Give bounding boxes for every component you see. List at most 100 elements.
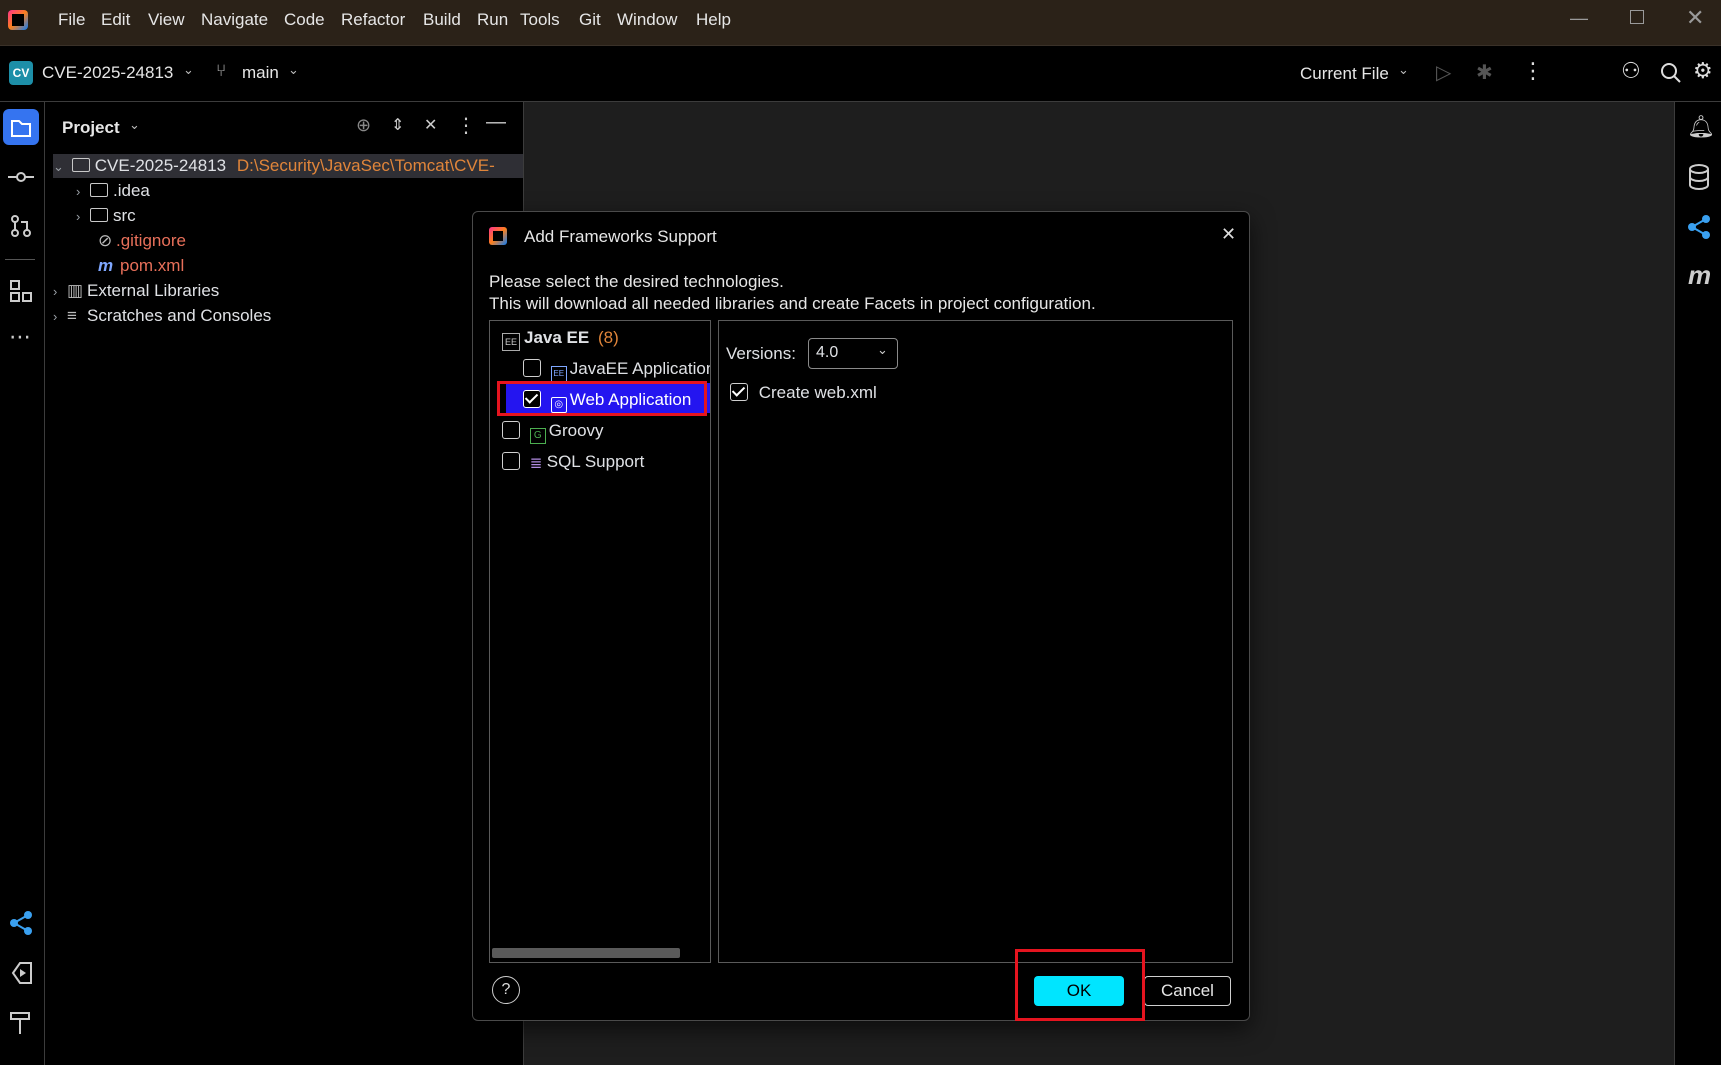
javaee-app-icon: EE [550, 366, 567, 382]
tree-group-javaee[interactable]: EE Java EE (8) [502, 328, 619, 351]
app-logo-icon [8, 10, 28, 30]
run-icon[interactable]: ▷ [1436, 60, 1451, 85]
root-name: CVE-2025-24813 [94, 156, 227, 175]
chevron-down-icon[interactable]: ⌄ [877, 342, 888, 358]
tree-item-label: Groovy [548, 421, 604, 440]
share-icon[interactable] [1686, 214, 1712, 240]
close-icon[interactable]: ✕ [1221, 224, 1236, 245]
menu-window[interactable]: Window [617, 10, 677, 30]
tree-item-label: Scratches and Consoles [87, 306, 272, 325]
structure-icon[interactable] [9, 279, 33, 303]
database-icon[interactable] [1688, 164, 1710, 190]
tree-row-external-libraries[interactable]: › ▥ External Libraries [53, 279, 219, 303]
tree-item-sql-support[interactable]: ≣ SQL Support [502, 452, 644, 472]
chevron-down-icon[interactable]: ⌄ [183, 62, 194, 78]
chevron-down-icon[interactable]: ⌄ [288, 62, 299, 78]
maven-icon: m [98, 256, 114, 275]
tree-row-pom[interactable]: m pom.xml [98, 254, 184, 278]
maximize-icon[interactable] [1630, 10, 1644, 24]
folder-icon [90, 208, 108, 222]
tree-item-groovy[interactable]: G Groovy [502, 421, 604, 444]
more-tools-icon[interactable]: ⋯ [9, 324, 31, 350]
tree-item-label: .gitignore [116, 231, 186, 250]
notifications-bell-icon[interactable]: 🔔︎ [1687, 114, 1715, 140]
highlight-box-web-application [497, 381, 707, 416]
create-webxml-label: Create web.xml [758, 383, 877, 402]
stripe-divider [5, 259, 35, 260]
create-webxml-option[interactable]: Create web.xml [730, 383, 877, 403]
menu-git[interactable]: Git [579, 10, 601, 30]
menu-view[interactable]: View [148, 10, 185, 30]
hide-panel-icon[interactable]: — [486, 111, 506, 134]
tree-item-label: .idea [113, 181, 150, 200]
minimize-icon[interactable]: — [1570, 8, 1588, 29]
menu-run[interactable]: Run [477, 10, 508, 30]
settings-gear-icon[interactable]: ⚙ [1693, 58, 1713, 84]
menu-edit[interactable]: Edit [101, 10, 130, 30]
cancel-button[interactable]: Cancel [1144, 976, 1231, 1006]
commit-icon[interactable] [8, 167, 34, 187]
project-selector[interactable]: CVE-2025-24813 [42, 63, 173, 83]
ignored-file-icon: ⊘ [98, 231, 113, 250]
close-window-icon[interactable]: ✕ [1686, 5, 1704, 31]
sql-support-checkbox[interactable] [502, 452, 520, 470]
library-icon: ▥ [67, 281, 84, 300]
root-path: D:\Security\JavaSec\Tomcat\CVE- [236, 156, 495, 175]
menu-build[interactable]: Build [423, 10, 461, 30]
menu-tools[interactable]: Tools [520, 10, 560, 30]
horizontal-scrollbar[interactable] [492, 948, 680, 958]
chevron-down-icon[interactable]: ⌄ [129, 117, 140, 133]
branch-selector[interactable]: main [242, 63, 279, 83]
versions-dropdown[interactable]: 4.0 ⌄ [808, 338, 898, 369]
create-webxml-checkbox[interactable] [730, 383, 748, 401]
menu-navigate[interactable]: Navigate [201, 10, 268, 30]
expand-all-icon[interactable]: ⇕ [391, 115, 404, 135]
project-panel-title[interactable]: Project [62, 118, 120, 138]
chevron-right-icon[interactable]: › [53, 305, 67, 329]
locate-file-icon[interactable]: ⊕ [356, 115, 371, 136]
highlight-box-ok [1015, 949, 1145, 1021]
group-count: (8) [597, 328, 619, 347]
instructions-line1: Please select the desired technologies. [489, 272, 784, 291]
chevron-right-icon[interactable]: › [76, 205, 90, 229]
groovy-checkbox[interactable] [502, 421, 520, 439]
services-share-icon[interactable] [8, 910, 34, 936]
menu-refactor[interactable]: Refactor [341, 10, 405, 30]
search-icon[interactable] [1660, 62, 1682, 84]
debug-icon[interactable]: ✱ [1476, 60, 1493, 85]
options-icon[interactable]: ⋮ [456, 113, 476, 138]
chevron-right-icon[interactable]: › [76, 180, 90, 204]
tree-row-gitignore[interactable]: ⊘ .gitignore [98, 229, 186, 253]
collapse-all-icon[interactable]: ✕ [424, 115, 437, 135]
frameworks-tree: EE Java EE (8) EE JavaEE Application ◎ Web … [489, 320, 711, 963]
menu-file[interactable]: File [58, 10, 85, 30]
tree-row-scratches[interactable]: › ≡ Scratches and Consoles [53, 304, 271, 328]
project-tool-button[interactable] [3, 109, 39, 145]
menu-help[interactable]: Help [696, 10, 731, 30]
tree-row-src[interactable]: › src [76, 204, 136, 228]
javaee-application-checkbox[interactable] [523, 359, 541, 377]
branch-icon: ⑂ [216, 61, 227, 80]
main-toolbar: CV CVE-2025-24813 ⌄ ⑂ main ⌄ Current Fil… [0, 46, 1721, 102]
versions-label: Versions: [726, 344, 796, 363]
run-services-icon[interactable] [8, 960, 34, 986]
help-button[interactable]: ? [492, 976, 520, 1004]
dialog-title: Add Frameworks Support [524, 227, 717, 246]
add-user-icon[interactable]: ⚇ [1621, 58, 1641, 84]
maven-tool-icon[interactable]: m [1688, 260, 1711, 291]
tree-item-javaee-application[interactable]: EE JavaEE Application [523, 359, 710, 382]
menu-code[interactable]: Code [284, 10, 325, 30]
more-options-icon[interactable]: ⋮ [1522, 58, 1544, 84]
chevron-down-icon[interactable]: ⌄ [53, 155, 67, 179]
run-config-selector[interactable]: Current File [1300, 64, 1389, 84]
chevron-down-icon[interactable]: ⌄ [1398, 62, 1409, 78]
module-folder-icon [71, 158, 90, 172]
instructions-line2: This will download all needed libraries … [489, 294, 1096, 313]
tree-row-root[interactable]: ⌄ CVE-2025-24813 D:\Security\JavaSec\Tom… [53, 154, 523, 178]
chevron-right-icon[interactable]: › [53, 280, 67, 304]
tree-row-idea[interactable]: › .idea [76, 179, 150, 203]
build-hammer-icon[interactable] [8, 1010, 34, 1036]
pull-requests-icon[interactable] [9, 214, 33, 238]
tree-item-label: External Libraries [87, 281, 220, 300]
folder-icon [90, 183, 108, 197]
